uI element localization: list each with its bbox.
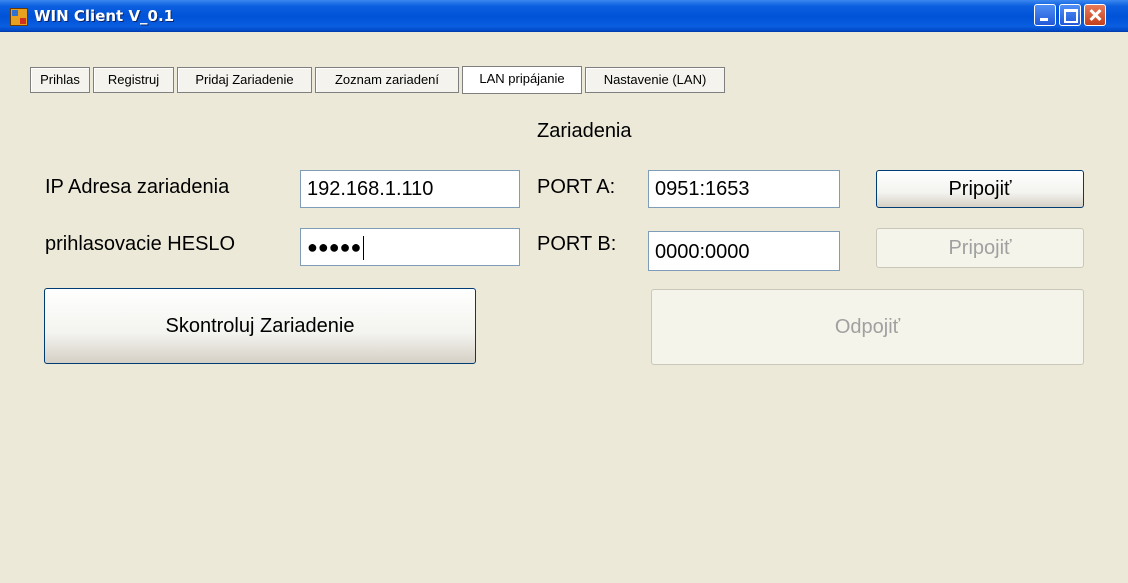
password-input[interactable]: ●●●●● (300, 228, 520, 266)
window-title: WIN Client V_0.1 (34, 7, 175, 25)
app-icon[interactable] (10, 8, 28, 26)
minimize-button[interactable] (1034, 4, 1056, 26)
port-b-connect-button[interactable]: Pripojiť (876, 228, 1084, 268)
tab-pridaj-zariadenie[interactable]: Pridaj Zariadenie (177, 67, 312, 93)
check-device-button[interactable]: Skontroluj Zariadenie (44, 288, 476, 364)
title-bar[interactable]: WIN Client V_0.1 (0, 0, 1128, 32)
ip-address-input[interactable]: 192.168.1.110 (300, 170, 520, 208)
tab-nastavenie-lan[interactable]: Nastavenie (LAN) (585, 67, 725, 93)
port-a-value: 0951:1653 (655, 178, 750, 200)
port-a-connect-button[interactable]: Pripojiť (876, 170, 1084, 208)
password-label: prihlasovacie HESLO (45, 233, 236, 255)
text-caret (363, 236, 365, 261)
port-a-label: PORT A: (537, 176, 616, 198)
disconnect-button[interactable]: Odpojiť (651, 289, 1084, 365)
tab-lan-pripajanie[interactable]: LAN pripájanie (462, 66, 582, 94)
ip-label: IP Adresa zariadenia (45, 176, 230, 198)
close-button[interactable] (1084, 4, 1106, 26)
tab-zoznam-zariadeni[interactable]: Zoznam zariadení (315, 67, 459, 93)
password-masked-value: ●●●●● (307, 237, 362, 257)
port-b-value: 0000:0000 (655, 241, 750, 263)
ip-address-value: 192.168.1.110 (307, 178, 434, 200)
section-title: Zariadenia (537, 120, 632, 142)
tab-registruj[interactable]: Registruj (93, 67, 174, 93)
port-b-label: PORT B: (537, 233, 617, 255)
port-a-input[interactable]: 0951:1653 (648, 170, 840, 208)
port-b-input[interactable]: 0000:0000 (648, 231, 840, 271)
tab-prihlas[interactable]: Prihlas (30, 67, 90, 93)
app-window: WIN Client V_0.1 Prihlas Registruj Prida… (0, 0, 1128, 583)
maximize-button[interactable] (1059, 4, 1081, 26)
